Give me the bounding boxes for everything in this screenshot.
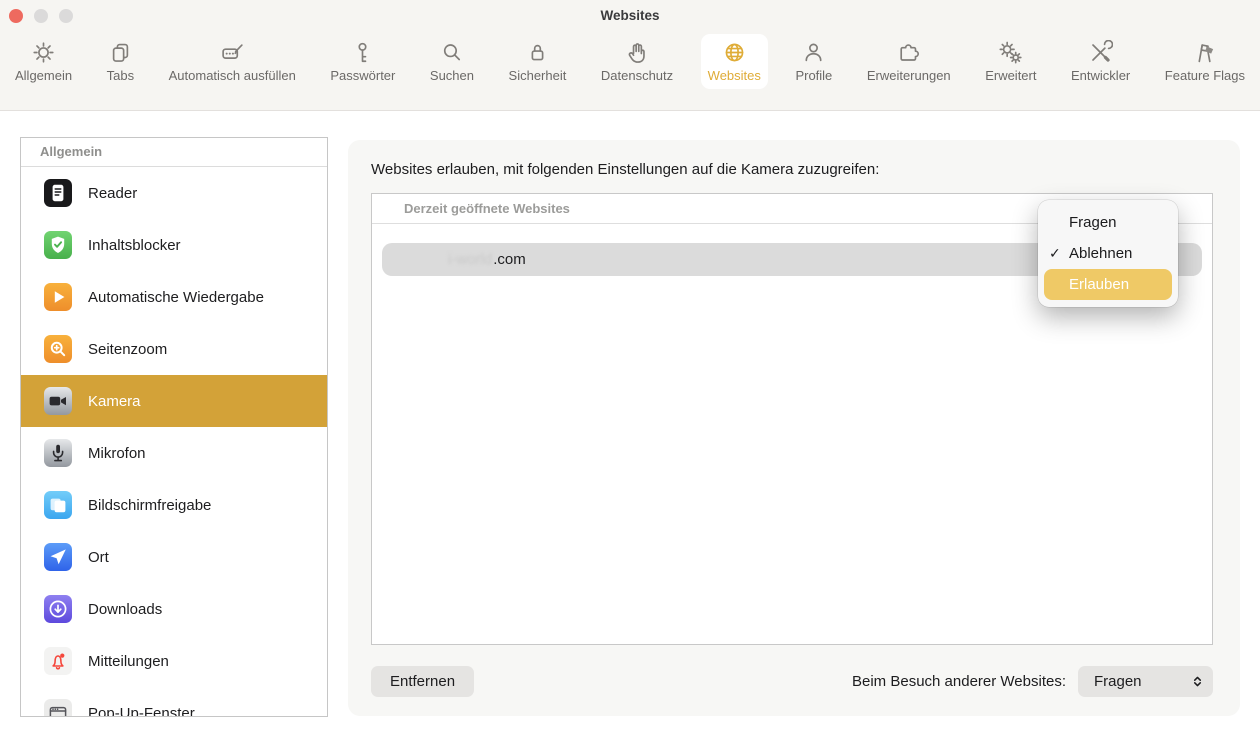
menu-item-label: Fragen xyxy=(1069,214,1117,231)
sidebar-item-ort[interactable]: Ort xyxy=(21,531,327,583)
sidebar-item-label: Seitenzoom xyxy=(88,341,167,358)
sidebar-item-label: Mikrofon xyxy=(88,445,146,462)
downloads-icon xyxy=(44,595,72,623)
toolbar-item-websites[interactable]: Websites xyxy=(701,34,768,89)
checkmark-icon: ✓ xyxy=(1049,245,1065,262)
puzzle-icon xyxy=(896,39,921,65)
toolbar-item-automatisch-ausfuellen[interactable]: Automatisch ausfüllen xyxy=(162,34,303,89)
sidebar: Allgemein Reader Inhaltsblocker Automatisc… xyxy=(20,137,328,717)
toolbar-item-label: Websites xyxy=(708,68,761,83)
toolbar-item-allgemein[interactable]: Allgemein xyxy=(8,34,79,89)
window-title: Websites xyxy=(0,0,1260,32)
tabs-icon xyxy=(108,39,133,65)
toolbar-item-label: Erweiterungen xyxy=(867,68,951,83)
sidebar-item-bildschirmfreigabe[interactable]: Bildschirmfreigabe xyxy=(21,479,327,531)
sidebar-item-label: Kamera xyxy=(88,393,141,410)
site-name: .com xyxy=(493,251,526,268)
microphone-icon xyxy=(44,439,72,467)
toolbar-item-label: Profile xyxy=(795,68,832,83)
chevron-updown-icon xyxy=(1191,675,1204,688)
toolbar-item-sicherheit[interactable]: Sicherheit xyxy=(502,34,574,89)
sidebar-header: Allgemein xyxy=(21,138,327,167)
toolbar-item-feature-flags[interactable]: Feature Flags xyxy=(1158,34,1252,89)
flags-icon xyxy=(1192,39,1217,65)
sidebar-item-label: Bildschirmfreigabe xyxy=(88,497,211,514)
camera-policy-menu: Fragen✓AblehnenErlauben xyxy=(1038,200,1178,307)
site-name-redacted: i-world xyxy=(448,251,492,268)
default-policy-select[interactable]: Fragen xyxy=(1078,666,1213,697)
toolbar-item-label: Automatisch ausfüllen xyxy=(169,68,296,83)
toolbar-item-label: Entwickler xyxy=(1071,68,1130,83)
reader-icon xyxy=(44,179,72,207)
toolbar-item-label: Tabs xyxy=(107,68,134,83)
autoplay-icon xyxy=(44,283,72,311)
sidebar-item-mitteilungen[interactable]: Mitteilungen xyxy=(21,635,327,687)
sidebar-item-mikrofon[interactable]: Mikrofon xyxy=(21,427,327,479)
toolbar-item-tabs[interactable]: Tabs xyxy=(100,34,141,89)
search-icon xyxy=(439,39,464,65)
menu-item-erlauben[interactable]: Erlauben xyxy=(1044,269,1172,300)
window-chrome: Websites Allgemein Tabs Automatisch ausfül… xyxy=(0,0,1260,111)
gears-icon xyxy=(998,39,1023,65)
autofill-icon xyxy=(220,39,245,65)
sidebar-item-downloads[interactable]: Downloads xyxy=(21,583,327,635)
policy-label: Beim Besuch anderer Websites: xyxy=(852,673,1066,690)
toolbar-item-label: Datenschutz xyxy=(601,68,673,83)
tools-icon xyxy=(1088,39,1113,65)
lock-icon xyxy=(525,39,550,65)
sidebar-item-label: Reader xyxy=(88,185,137,202)
toolbar-item-entwickler[interactable]: Entwickler xyxy=(1064,34,1137,89)
hand-icon xyxy=(625,39,650,65)
titlebar: Websites xyxy=(0,0,1260,30)
toolbar-item-passwoerter[interactable]: Passwörter xyxy=(323,34,402,89)
policy-value: Fragen xyxy=(1094,673,1142,690)
sidebar-item-inhaltsblocker[interactable]: Inhaltsblocker xyxy=(21,219,327,271)
toolbar: Allgemein Tabs Automatisch ausfüllen Passwö… xyxy=(0,30,1260,110)
toolbar-item-suchen[interactable]: Suchen xyxy=(423,34,481,89)
sidebar-item-label: Ort xyxy=(88,549,109,566)
menu-item-fragen[interactable]: Fragen xyxy=(1038,207,1178,238)
menu-item-ablehnen[interactable]: ✓Ablehnen xyxy=(1038,238,1178,269)
toolbar-item-label: Allgemein xyxy=(15,68,72,83)
screen-share-icon xyxy=(44,491,72,519)
sidebar-item-label: Inhaltsblocker xyxy=(88,237,181,254)
content-blocker-icon xyxy=(44,231,72,259)
sidebar-item-kamera[interactable]: Kamera xyxy=(21,375,327,427)
toolbar-item-label: Feature Flags xyxy=(1165,68,1245,83)
gear-icon xyxy=(31,39,56,65)
location-icon xyxy=(44,543,72,571)
person-icon xyxy=(801,39,826,65)
camera-icon xyxy=(44,387,72,415)
sidebar-items: Reader Inhaltsblocker Automatische Wiederg… xyxy=(21,167,327,717)
popup-icon xyxy=(44,699,72,717)
page-zoom-icon xyxy=(44,335,72,363)
sidebar-item-automatische-wiedergabe[interactable]: Automatische Wiedergabe xyxy=(21,271,327,323)
sidebar-item-pop-up-fenster[interactable]: Pop-Up-Fenster xyxy=(21,687,327,717)
menu-item-label: Erlauben xyxy=(1069,276,1129,293)
menu-item-label: Ablehnen xyxy=(1069,245,1132,262)
toolbar-item-label: Sicherheit xyxy=(509,68,567,83)
toolbar-item-datenschutz[interactable]: Datenschutz xyxy=(594,34,680,89)
toolbar-item-label: Suchen xyxy=(430,68,474,83)
key-icon xyxy=(350,39,375,65)
permission-heading: Websites erlauben, mit folgenden Einstel… xyxy=(371,161,879,178)
toolbar-item-label: Erweitert xyxy=(985,68,1036,83)
toolbar-item-profile[interactable]: Profile xyxy=(788,34,839,89)
toolbar-item-erweiterungen[interactable]: Erweiterungen xyxy=(860,34,958,89)
remove-button[interactable]: Entfernen xyxy=(371,666,474,697)
globe-icon xyxy=(722,39,747,65)
safari-settings-window: Websites Allgemein Tabs Automatisch ausfül… xyxy=(0,0,1260,731)
sidebar-item-label: Downloads xyxy=(88,601,162,618)
sidebar-item-label: Automatische Wiedergabe xyxy=(88,289,264,306)
sidebar-item-reader[interactable]: Reader xyxy=(21,167,327,219)
toolbar-item-label: Passwörter xyxy=(330,68,395,83)
toolbar-item-erweitert[interactable]: Erweitert xyxy=(978,34,1043,89)
sidebar-item-label: Pop-Up-Fenster xyxy=(88,705,195,718)
sidebar-item-label: Mitteilungen xyxy=(88,653,169,670)
bell-icon xyxy=(44,647,72,675)
footer-policy-group: Beim Besuch anderer Websites: Fragen xyxy=(852,666,1213,697)
sidebar-item-seitenzoom[interactable]: Seitenzoom xyxy=(21,323,327,375)
